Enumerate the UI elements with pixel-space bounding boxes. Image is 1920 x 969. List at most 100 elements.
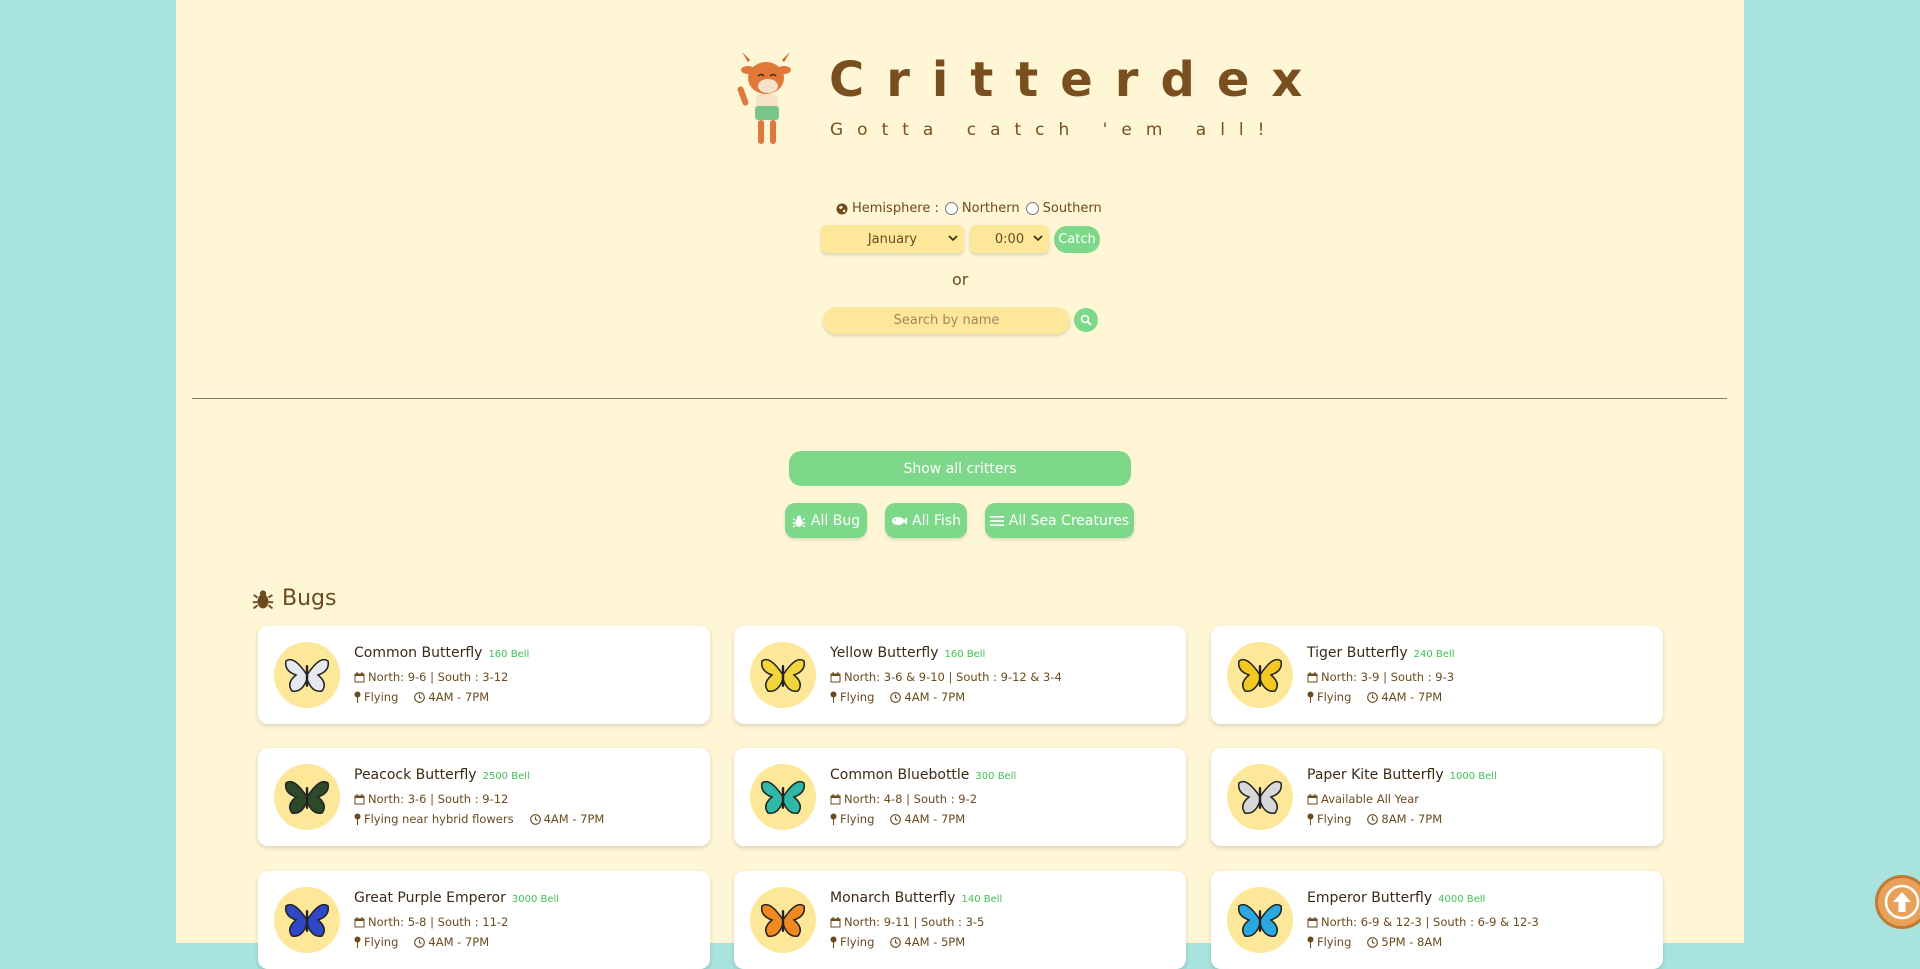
critter-card[interactable]: Common Bluebottle 300 Bell North: 4-8 | S… — [734, 748, 1186, 846]
critter-location-text: Flying — [840, 690, 875, 704]
critter-season-text: North: 9-11 | South : 3-5 — [844, 915, 985, 929]
critter-name: Paper Kite Butterfly 1000 Bell — [1307, 767, 1497, 783]
time-select-value: 0:00 — [994, 231, 1025, 247]
all-sea-creatures-label: All Sea Creatures — [1008, 512, 1130, 529]
pin-icon — [1307, 813, 1314, 825]
critter-season: North: 6-9 & 12-3 | South : 6-9 & 12-3 — [1307, 915, 1539, 929]
critter-location-time: Flying near hybrid flowers 4AM - 7PM — [354, 812, 604, 826]
critter-name: Common Bluebottle 300 Bell — [830, 767, 1016, 783]
critter-thumbnail — [1227, 642, 1293, 708]
critter-name: Yellow Butterfly 160 Bell — [830, 645, 985, 661]
critter-location-text: Flying — [364, 935, 399, 949]
critter-time-text: 4AM - 7PM — [428, 935, 490, 949]
arrow-up-icon — [1884, 884, 1920, 920]
chevron-down-icon — [1033, 235, 1043, 242]
critter-name: Common Butterfly 160 Bell — [354, 645, 529, 661]
southern-radio[interactable] — [1025, 202, 1039, 215]
critter-thumbnail — [750, 642, 816, 708]
critter-card[interactable]: Great Purple Emperor 3000 Bell North: 5-8… — [258, 871, 710, 969]
critter-location-text: Flying — [1317, 935, 1352, 949]
critter-thumbnail — [1227, 764, 1293, 830]
butterfly-icon — [760, 780, 806, 814]
critter-card[interactable]: Peacock Butterfly 2500 Bell North: 3-6 | … — [258, 748, 710, 846]
search-button[interactable] — [1074, 308, 1098, 332]
show-all-critters-button[interactable]: Show all critters — [789, 451, 1131, 486]
time-select[interactable]: 0:00 — [970, 225, 1049, 253]
critter-thumbnail — [274, 764, 340, 830]
clock-icon — [890, 936, 902, 948]
northern-radio[interactable] — [944, 202, 958, 215]
page-title: Critterdex — [829, 52, 1325, 108]
critter-card[interactable]: Tiger Butterfly 240 Bell North: 3-9 | Sou… — [1211, 626, 1663, 724]
critter-name: Tiger Butterfly 240 Bell — [1307, 645, 1455, 661]
butterfly-icon — [760, 658, 806, 692]
critter-season: North: 3-9 | South : 9-3 — [1307, 670, 1454, 684]
critter-location-time: Flying 8AM - 7PM — [1307, 812, 1442, 826]
critter-card[interactable]: Emperor Butterfly 4000 Bell North: 6-9 & … — [1211, 871, 1663, 969]
month-select[interactable]: January — [821, 225, 964, 253]
clock-icon — [1367, 691, 1379, 703]
critter-card[interactable]: Yellow Butterfly 160 Bell North: 3-6 & 9-… — [734, 626, 1186, 724]
mascot-logo — [737, 52, 791, 144]
northern-label[interactable]: Northern — [962, 201, 1020, 216]
critter-season: North: 3-6 & 9-10 | South : 9-12 & 3-4 — [830, 670, 1062, 684]
critter-name: Monarch Butterfly 140 Bell — [830, 890, 1002, 906]
critter-card[interactable]: Common Butterfly 160 Bell North: 9-6 | So… — [258, 626, 710, 724]
clock-icon — [414, 936, 426, 948]
section-title-bugs: Bugs — [252, 586, 336, 611]
critter-price: 1000 Bell — [1449, 771, 1497, 782]
search-icon — [1080, 314, 1092, 326]
pin-icon — [1307, 936, 1314, 948]
critter-price: 300 Bell — [975, 771, 1017, 782]
critter-name: Great Purple Emperor 3000 Bell — [354, 890, 559, 906]
critter-location-time: Flying 4AM - 7PM — [354, 935, 489, 949]
clock-icon — [890, 813, 902, 825]
butterfly-icon — [284, 780, 330, 814]
all-fish-button[interactable]: All Fish — [885, 503, 967, 538]
critter-card[interactable]: Monarch Butterfly 140 Bell North: 9-11 | … — [734, 871, 1186, 969]
critter-location-text: Flying — [1317, 812, 1352, 826]
clock-icon — [1367, 936, 1379, 948]
critter-name-text: Great Purple Emperor — [354, 890, 506, 906]
critter-name-text: Common Bluebottle — [830, 767, 970, 783]
calendar-icon — [354, 916, 365, 927]
critter-price: 160 Bell — [488, 649, 530, 660]
scroll-to-top-button[interactable] — [1875, 875, 1920, 929]
calendar-icon — [354, 671, 365, 682]
butterfly-icon — [1237, 658, 1283, 692]
calendar-icon — [1307, 916, 1318, 927]
calendar-icon — [1307, 671, 1318, 682]
globe-icon — [836, 203, 848, 214]
critter-season-text: North: 3-9 | South : 9-3 — [1321, 670, 1455, 684]
calendar-icon — [830, 671, 841, 682]
section-title-label: Bugs — [282, 586, 337, 611]
pin-icon — [354, 691, 361, 703]
critter-location-text: Flying — [364, 690, 399, 704]
all-bug-button[interactable]: All Bug — [785, 503, 867, 538]
hemisphere-selector: Hemisphere : Northern Southern — [836, 201, 1102, 216]
critter-season-text: North: 6-9 & 12-3 | South : 6-9 & 12-3 — [1321, 915, 1539, 929]
southern-label[interactable]: Southern — [1043, 201, 1102, 216]
butterfly-icon — [1237, 780, 1283, 814]
catch-button[interactable]: Catch — [1054, 226, 1100, 253]
pin-icon — [1307, 691, 1314, 703]
month-select-value: January — [867, 231, 918, 247]
critter-location-time: Flying 5PM - 8AM — [1307, 935, 1442, 949]
all-sea-creatures-button[interactable]: All Sea Creatures — [985, 503, 1134, 538]
clock-icon — [414, 691, 426, 703]
critter-time-text: 8AM - 7PM — [1381, 812, 1443, 826]
critter-location-text: Flying — [840, 935, 875, 949]
critter-name-text: Yellow Butterfly — [830, 645, 939, 661]
critter-season-text: North: 9-6 | South : 3-12 — [368, 670, 509, 684]
calendar-icon — [830, 793, 841, 804]
critter-name-text: Emperor Butterfly — [1307, 890, 1433, 906]
critter-location-time: Flying 4AM - 7PM — [830, 812, 965, 826]
critter-name: Peacock Butterfly 2500 Bell — [354, 767, 530, 783]
all-fish-label: All Fish — [912, 512, 961, 529]
all-bug-label: All Bug — [810, 512, 861, 529]
critter-time-text: 4AM - 7PM — [543, 812, 605, 826]
list-icon — [989, 515, 1004, 526]
search-input[interactable]: Search by name — [823, 307, 1070, 334]
hemisphere-label: Hemisphere : — [852, 201, 939, 216]
critter-card[interactable]: Paper Kite Butterfly 1000 Bell Available … — [1211, 748, 1663, 846]
